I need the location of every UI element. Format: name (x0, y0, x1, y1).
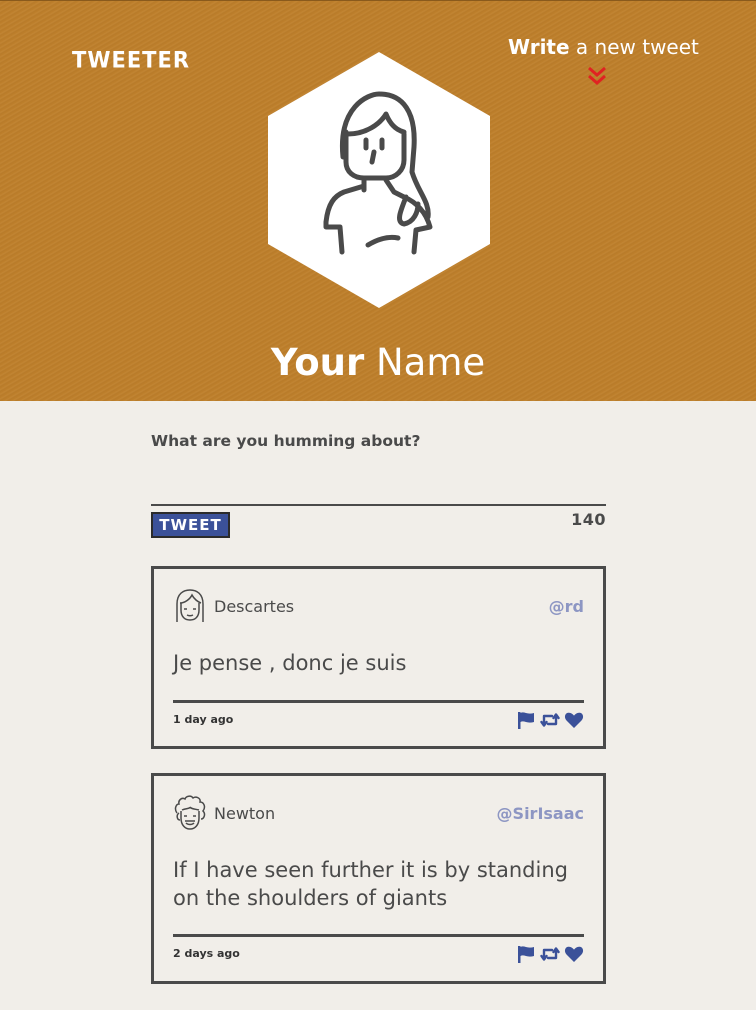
write-link-text: a new tweet (569, 35, 699, 59)
tweet-actions (516, 944, 584, 964)
profile-header: TWEETER Write a new tweet Your Name (0, 0, 756, 401)
tweet-timestamp: 2 days ago (173, 947, 240, 960)
write-new-tweet-link[interactable]: Write a new tweet (508, 35, 708, 59)
flag-icon[interactable] (516, 944, 536, 964)
heart-icon[interactable] (564, 710, 584, 730)
heart-icon[interactable] (564, 944, 584, 964)
tweet-handle[interactable]: @SirIsaac (497, 804, 584, 823)
tweet-timestamp: 1 day ago (173, 713, 234, 726)
write-link-bold: Write (508, 35, 570, 59)
tweet-button[interactable]: TWEET (151, 512, 230, 538)
retweet-icon[interactable] (540, 710, 560, 730)
tweet-input[interactable] (151, 452, 606, 506)
tweet-content: Je pense , donc je suis (173, 651, 407, 675)
curly-hair-face-icon (174, 795, 206, 830)
tweet-author[interactable]: Newton (214, 804, 275, 823)
tweet-author[interactable]: Descartes (214, 597, 294, 616)
tweet-content: If I have seen further it is by standing… (173, 858, 568, 910)
tweet-actions (516, 710, 584, 730)
profile-name-last: Name (364, 341, 486, 384)
girl-face-icon (176, 589, 204, 622)
composer-label: What are you humming about? (151, 432, 421, 450)
tweet-handle[interactable]: @rd (549, 597, 584, 616)
profile-name-first: Your (270, 341, 365, 384)
profile-name: Your Name (0, 341, 756, 384)
double-chevron-down-icon[interactable] (587, 66, 607, 86)
tweet-card: Newton @SirIsaac If I have seen further … (151, 773, 606, 984)
retweet-icon[interactable] (540, 944, 560, 964)
tweet-card: Descartes @rd Je pense , donc je suis 1 … (151, 566, 606, 749)
flag-icon[interactable] (516, 710, 536, 730)
character-counter: 140 (571, 510, 606, 529)
app-logo[interactable]: TWEETER (72, 47, 190, 72)
tweet-footer: 1 day ago (173, 700, 584, 734)
tweet-footer: 2 days ago (173, 934, 584, 968)
profile-avatar (268, 52, 490, 308)
tweet-composer: What are you humming about? TWEET 140 (151, 430, 606, 538)
